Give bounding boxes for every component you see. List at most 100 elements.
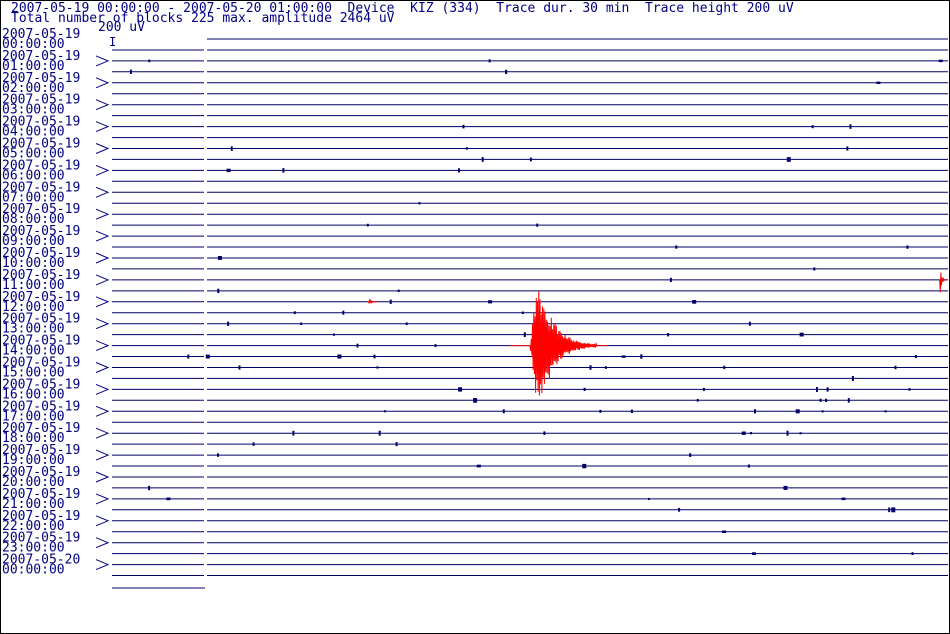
trace-spike bbox=[217, 256, 222, 260]
trace-gap bbox=[204, 563, 207, 566]
trace-gap bbox=[204, 508, 207, 511]
hour-marker-chevron bbox=[95, 99, 110, 111]
trace-spike bbox=[813, 267, 816, 271]
hour-marker-chevron bbox=[95, 515, 110, 527]
trace-gap bbox=[204, 59, 207, 62]
trace-spike bbox=[914, 355, 917, 359]
hour-marker-chevron bbox=[95, 252, 110, 264]
trace-gap bbox=[204, 322, 207, 325]
trace-gap bbox=[204, 344, 207, 347]
trace-spike bbox=[230, 146, 233, 151]
trace-spike bbox=[187, 354, 190, 359]
trace-spike bbox=[292, 430, 295, 436]
trace-spike bbox=[129, 69, 132, 74]
trace-spike bbox=[786, 157, 791, 162]
trace-spike bbox=[599, 409, 602, 413]
trace-spike bbox=[282, 168, 285, 173]
trace-gap bbox=[204, 476, 207, 478]
trace-spike bbox=[582, 463, 587, 469]
trace-gap bbox=[204, 552, 207, 555]
trace-gap bbox=[204, 388, 207, 391]
trace-gap bbox=[204, 136, 207, 139]
trace-spike bbox=[678, 507, 681, 512]
trace-spike bbox=[667, 333, 670, 337]
trace-gap bbox=[204, 278, 207, 281]
trace-gap bbox=[204, 530, 207, 533]
trace-spike bbox=[434, 344, 437, 348]
trace-spike bbox=[786, 430, 789, 436]
trace-spike bbox=[488, 300, 493, 304]
hour-marker-chevron bbox=[95, 383, 110, 395]
trace-spike bbox=[669, 277, 672, 282]
trace-gap bbox=[204, 399, 207, 402]
hour-marker-chevron bbox=[95, 471, 110, 483]
trace-spike bbox=[481, 157, 484, 162]
trace-spike bbox=[458, 168, 460, 173]
hour-marker-chevron bbox=[95, 274, 110, 286]
trace-spike bbox=[821, 410, 824, 413]
hour-marker-chevron bbox=[95, 362, 110, 373]
trace-spike bbox=[523, 332, 526, 337]
trace-gap bbox=[204, 333, 207, 336]
trace-spike bbox=[630, 409, 633, 413]
trace-gap bbox=[204, 574, 207, 577]
hour-marker-chevron bbox=[95, 537, 110, 549]
trace-gap bbox=[204, 519, 207, 522]
hour-marker-chevron bbox=[95, 318, 110, 330]
hour-labels: 2007-05-1900:00:002007-05-1901:00:002007… bbox=[2, 27, 110, 578]
trace-gap bbox=[204, 300, 207, 303]
trace-spike bbox=[366, 223, 369, 227]
trace-gap bbox=[204, 70, 207, 73]
trace-spike bbox=[722, 530, 727, 533]
hour-marker-chevron bbox=[95, 340, 110, 352]
trace-spike bbox=[465, 147, 468, 150]
trace-spike bbox=[543, 431, 546, 435]
hour-marker-chevron bbox=[95, 230, 110, 242]
trace-gap bbox=[204, 213, 207, 216]
trace-spike bbox=[799, 332, 804, 337]
trace-gap bbox=[204, 486, 207, 489]
trace-spike bbox=[488, 59, 491, 63]
trace-gap bbox=[204, 465, 207, 467]
trace-spike bbox=[529, 157, 532, 162]
trace-spike bbox=[741, 431, 746, 435]
trace-spike bbox=[238, 365, 241, 370]
trace-gap bbox=[204, 147, 207, 150]
trace-spike bbox=[462, 124, 465, 129]
trace-spike bbox=[752, 552, 756, 555]
trace-spike bbox=[521, 311, 524, 314]
trace-spike bbox=[227, 321, 230, 326]
trace-gap bbox=[204, 103, 207, 106]
trace-spike bbox=[754, 409, 756, 414]
trace-spike bbox=[373, 354, 376, 359]
hour-marker-chevron bbox=[95, 559, 110, 571]
trace-gap bbox=[204, 224, 207, 227]
hour-marker-chevron bbox=[95, 427, 110, 439]
trace-spike bbox=[583, 387, 586, 391]
trace-spike bbox=[799, 432, 802, 435]
trace-gap bbox=[204, 169, 207, 172]
trace-spike bbox=[293, 311, 296, 315]
trace-spike bbox=[750, 432, 752, 435]
trace-spike bbox=[337, 354, 342, 359]
trace-spike bbox=[647, 497, 650, 500]
trace-gap bbox=[204, 114, 207, 117]
trace-spike bbox=[847, 398, 850, 403]
trace-gap bbox=[204, 443, 207, 446]
amplitude-scale: I bbox=[109, 35, 205, 589]
hour-label-time: 00:00:00 bbox=[2, 563, 65, 578]
trace-spike bbox=[891, 507, 896, 513]
trace-lines bbox=[112, 38, 948, 577]
trace-gap bbox=[204, 377, 207, 380]
trace-spike bbox=[342, 310, 345, 315]
trace-gap bbox=[204, 49, 207, 51]
trace-spike bbox=[675, 245, 678, 249]
trace-gap bbox=[204, 235, 207, 238]
trace-spike bbox=[702, 387, 705, 391]
trace-spike bbox=[938, 59, 943, 63]
trace-spike bbox=[356, 343, 359, 348]
hour-marker-chevron bbox=[95, 121, 110, 133]
trace-gap bbox=[204, 202, 207, 205]
trace-spike bbox=[405, 322, 408, 326]
trace-gap bbox=[204, 497, 207, 500]
